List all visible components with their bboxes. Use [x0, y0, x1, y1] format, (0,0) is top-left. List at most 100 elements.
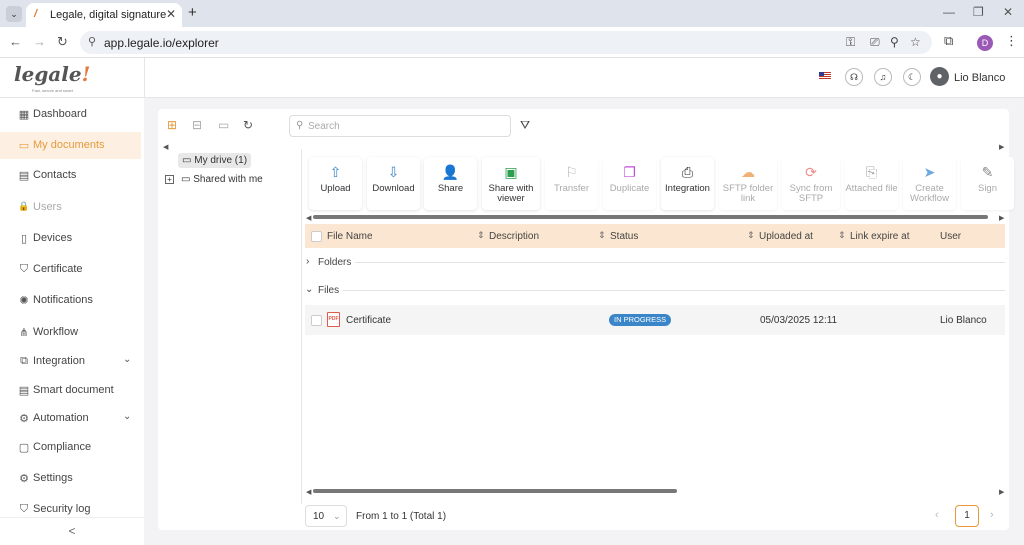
attached-file-button[interactable]: ⎘ Attached file — [845, 157, 898, 210]
sidebar-item-users[interactable]: 🔒 Users — [0, 194, 141, 221]
column-status[interactable]: Status — [610, 231, 638, 242]
move-folder-icon[interactable]: ⊟ — [192, 118, 202, 132]
tree-scroll-up-icon[interactable]: ◀ — [163, 143, 168, 151]
notification-bell-icon[interactable]: ♫ — [874, 68, 892, 86]
forward-icon[interactable]: → — [33, 34, 46, 49]
actions-scrollbar[interactable] — [313, 215, 988, 219]
column-uploaded-at[interactable]: Uploaded at — [759, 231, 813, 242]
sidebar-item-settings[interactable]: ⚙ Settings — [0, 465, 141, 492]
tree-item-my-drive[interactable]: ▭ My drive (1) — [178, 153, 252, 168]
site-info-icon[interactable]: ⚲ — [88, 35, 96, 48]
duplicate-button[interactable]: ❐ Duplicate — [603, 157, 656, 210]
create-workflow-button[interactable]: ➤ Create Workflow — [903, 157, 956, 210]
sidebar-item-my-documents[interactable]: ▭ My documents — [0, 132, 141, 159]
scroll-right-top-icon[interactable]: ▶ — [999, 143, 1004, 151]
header-username[interactable]: Lio Blanco — [954, 72, 1005, 84]
sidebar-item-compliance[interactable]: ▢ Compliance — [0, 434, 141, 461]
password-key-icon[interactable]: ⚿ — [846, 35, 855, 50]
back-icon[interactable]: ← — [9, 34, 22, 49]
sidebar-item-integration[interactable]: ⧉ Integration ⌄ — [0, 348, 141, 375]
filter-icon[interactable]: ⛛ — [520, 118, 530, 133]
upload-button[interactable]: ⇧ Upload — [309, 157, 362, 210]
close-window-icon[interactable]: ✕ — [1003, 5, 1013, 19]
sidebar-item-notifications[interactable]: ✺ Notifications — [0, 287, 141, 314]
integration-button[interactable]: ⎙ Integration — [661, 157, 714, 210]
bell-icon: ✺ — [19, 295, 29, 307]
workflow-icon: ⋔ — [19, 327, 29, 339]
column-link-expire-at[interactable]: Link expire at — [850, 231, 909, 242]
sync-from-sftp-button[interactable]: ⟳ Sync from SFTP — [782, 157, 840, 210]
share-button[interactable]: 👤 Share — [424, 157, 477, 210]
select-all-checkbox[interactable] — [311, 231, 322, 242]
page-size-select[interactable]: 10 ⌄ — [305, 505, 347, 527]
minimize-icon[interactable]: — — [943, 5, 955, 19]
support-icon[interactable]: ☊ — [845, 68, 863, 86]
sort-icon[interactable]: ⇕ — [747, 230, 755, 241]
sidebar-item-automation[interactable]: ⚙ Automation ⌄ — [0, 405, 141, 432]
search-input[interactable] — [308, 119, 503, 133]
us-flag-icon[interactable] — [819, 72, 831, 80]
transfer-button[interactable]: ⚐ Transfer — [545, 157, 598, 210]
table-scroll-right-icon[interactable]: ▶ — [999, 488, 1004, 496]
page-button-current[interactable]: 1 — [955, 505, 979, 527]
refresh-icon[interactable]: ↻ — [243, 118, 253, 132]
next-page-icon[interactable]: › — [990, 509, 994, 521]
browser-menu-icon[interactable]: ⋮ — [1005, 33, 1018, 49]
chevron-right-icon[interactable]: › — [306, 256, 309, 267]
install-app-icon[interactable]: ⎚ — [870, 35, 880, 50]
uploaded-at: 05/03/2025 12:11 — [760, 315, 838, 326]
collapse-sidebar-button[interactable]: < — [0, 517, 144, 545]
dark-mode-icon[interactable]: ☾ — [903, 68, 921, 86]
sidebar-item-devices[interactable]: ▯ Devices — [0, 225, 141, 252]
file-name[interactable]: Certificate — [346, 315, 391, 326]
sidebar-item-certificate[interactable]: ⛉ Certificate — [0, 256, 141, 283]
settings-icon: ⚙ — [19, 473, 29, 485]
prev-page-icon[interactable]: ‹ — [935, 509, 939, 521]
scroll-right-icon[interactable]: ▶ — [999, 214, 1004, 222]
sort-icon[interactable]: ⇕ — [838, 230, 846, 241]
column-file-name[interactable]: File Name — [327, 231, 373, 242]
sidebar-item-label: My documents — [33, 139, 105, 151]
reload-icon[interactable]: ↻ — [57, 34, 68, 50]
sidebar-item-smart-document[interactable]: ▤ Smart document — [0, 377, 141, 404]
chevron-down-icon[interactable]: ⌄ — [305, 284, 313, 295]
extensions-icon[interactable]: ⧉ — [944, 33, 953, 49]
expand-icon[interactable]: + — [165, 175, 174, 184]
group-files[interactable]: Files — [318, 285, 339, 296]
sidebar-item-dashboard[interactable]: ▦ Dashboard — [0, 101, 141, 128]
new-folder-icon[interactable]: ⊞ — [167, 118, 177, 132]
profile-avatar[interactable]: D — [977, 35, 993, 51]
address-bar[interactable]: ⚲ app.legale.io/explorer ⚿ ⎚ ⚲ ☆ — [80, 31, 932, 54]
user-avatar-icon[interactable]: ● — [930, 67, 949, 86]
table-scroll-left-icon[interactable]: ◀ — [306, 488, 311, 496]
bookmark-star-icon[interactable]: ☆ — [910, 35, 921, 49]
sign-button[interactable]: ✎ Sign — [961, 157, 1014, 210]
tab-search-icon[interactable]: ⌄ — [6, 6, 22, 22]
close-tab-icon[interactable]: ✕ — [166, 7, 176, 21]
browser-toolbar: ← → ↻ ⚲ app.legale.io/explorer ⚿ ⎚ ⚲ ☆ ⧉… — [0, 27, 1024, 58]
sort-icon[interactable]: ⇕ — [598, 230, 606, 241]
chevron-down-icon: ⌄ — [333, 511, 341, 521]
action-label: SFTP folder link — [722, 183, 774, 204]
folder-settings-icon[interactable]: ▭ — [218, 118, 229, 132]
browser-tab[interactable]: / Legale, digital signature ✕ — [26, 3, 182, 27]
sort-icon[interactable]: ⇕ — [477, 230, 485, 241]
action-label: Attached file — [845, 183, 898, 194]
restore-icon[interactable]: ❐ — [973, 5, 984, 19]
group-folders[interactable]: Folders — [318, 257, 351, 268]
share-with-viewer-button[interactable]: ▣ Share with viewer — [482, 157, 540, 210]
scroll-left-icon[interactable]: ◀ — [306, 214, 311, 222]
zoom-icon[interactable]: ⚲ — [890, 35, 899, 49]
table-scrollbar[interactable] — [313, 489, 677, 493]
cloud-icon: ☁ — [741, 164, 755, 180]
column-description[interactable]: Description — [489, 231, 539, 242]
sidebar-item-contacts[interactable]: ▤ Contacts — [0, 162, 141, 189]
tree-item-shared-with-me[interactable]: ▭ Shared with me — [181, 174, 263, 185]
download-button[interactable]: ⇩ Download — [367, 157, 420, 210]
sftp-folder-link-button[interactable]: ☁ SFTP folder link — [719, 157, 777, 210]
sidebar-item-workflow[interactable]: ⋔ Workflow — [0, 319, 141, 346]
row-checkbox[interactable] — [311, 315, 322, 326]
legale-logo[interactable]: legale! — [14, 62, 90, 86]
shield-icon: ⛉ — [19, 263, 29, 275]
new-tab-icon[interactable]: + — [188, 4, 197, 21]
